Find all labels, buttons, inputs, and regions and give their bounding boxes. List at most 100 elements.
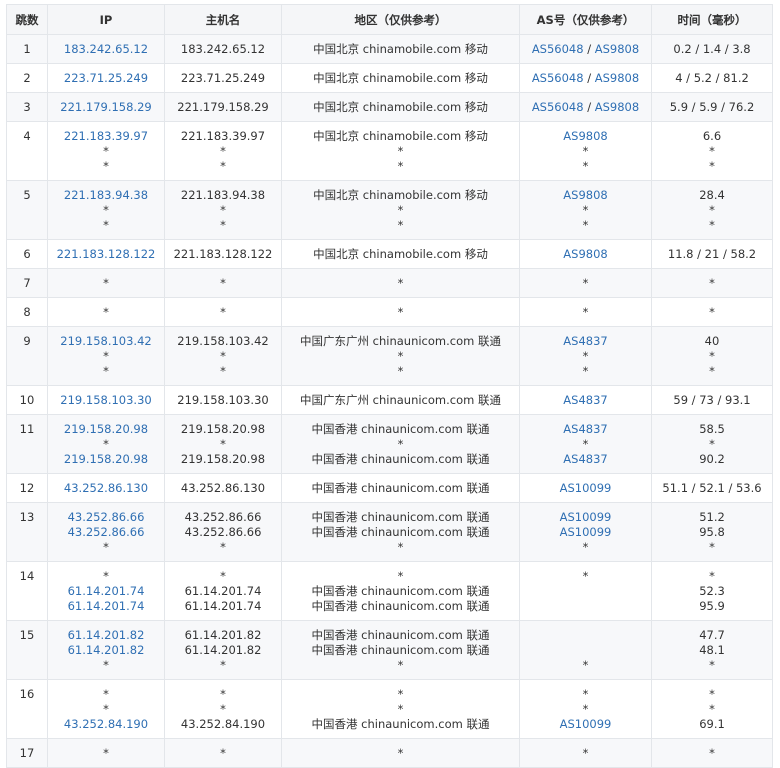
ip-link[interactable]: 221.183.94.38 (64, 188, 148, 202)
as-link[interactable]: AS4837 (563, 334, 607, 348)
as-link[interactable]: AS4837 (563, 393, 607, 407)
time-cell: 4 / 5.2 / 81.2 (651, 63, 773, 93)
hostname-text: * (220, 658, 226, 672)
hop-number: 14 (19, 569, 35, 583)
as-cell: * (519, 561, 652, 621)
ip-placeholder: * (103, 144, 109, 158)
as-link[interactable]: AS9808 (595, 42, 639, 56)
hop-cell: 1 (6, 34, 48, 64)
ip-link[interactable]: 219.158.103.42 (60, 334, 151, 348)
ip-placeholder: * (103, 702, 109, 716)
as-cell: AS56048 / AS9808 (519, 63, 652, 93)
ip-placeholder: * (103, 569, 109, 583)
ip-link[interactable]: 221.183.39.97 (64, 129, 148, 143)
hop-cell: 12 (6, 473, 48, 503)
ip-cell: * (47, 297, 165, 327)
region-cell: 中国香港 chinaunicom.com 联通 * 中国香港 chinaunicom… (281, 414, 520, 474)
as-cell: * (519, 620, 652, 680)
ip-link[interactable]: 43.252.84.190 (64, 717, 148, 731)
time-text: 0.2 / 1.4 / 3.8 (673, 42, 751, 56)
time-cell: * 52.3 95.9 (651, 561, 773, 621)
ip-cell: 43.252.86.66 43.252.86.66 * (47, 502, 165, 562)
ip-link[interactable]: 223.71.25.249 (64, 71, 148, 85)
as-link[interactable]: AS9808 (595, 71, 639, 85)
as-link[interactable]: AS9808 (563, 188, 607, 202)
header-time: 时间（毫秒） (651, 4, 773, 35)
hostname-cell: 221.183.94.38 * * (164, 180, 282, 240)
ip-link[interactable]: 43.252.86.66 (68, 510, 145, 524)
ip-link[interactable]: 183.242.65.12 (64, 42, 148, 56)
region-text: 中国北京 chinamobile.com 移动 (313, 247, 488, 261)
hop-cell: 14 (6, 561, 48, 621)
hop-cell: 4 (6, 121, 48, 181)
ip-cell: 61.14.201.82 61.14.201.82 * (47, 620, 165, 680)
hostname-text: * (220, 540, 226, 554)
as-link[interactable]: AS56048 (532, 100, 584, 114)
as-placeholder: * (582, 540, 589, 554)
region-cell: 中国北京 chinamobile.com 移动 (281, 34, 520, 64)
hostname-text: * (220, 569, 226, 583)
time-cell: 59 / 73 / 93.1 (651, 385, 773, 415)
ip-link[interactable]: 61.14.201.82 (68, 628, 145, 642)
hop-number: 6 (23, 247, 31, 261)
ip-link[interactable]: 219.158.20.98 (64, 422, 148, 436)
ip-link[interactable]: 61.14.201.74 (68, 584, 145, 598)
hop-number: 9 (23, 334, 31, 348)
hop-number: 3 (23, 100, 31, 114)
hostname-text: 221.183.94.38 (180, 188, 266, 202)
region-text: * (397, 349, 404, 363)
hostname-text: * (220, 746, 226, 760)
as-cell: AS4837 (519, 385, 652, 415)
as-link[interactable]: AS9808 (563, 247, 607, 261)
header-hop: 跳数 (6, 4, 48, 35)
time-text: * (709, 276, 715, 290)
hostname-cell: 183.242.65.12 (164, 34, 282, 64)
time-text: 40 (704, 334, 720, 348)
as-link[interactable]: AS9808 (563, 129, 607, 143)
region-cell: * * 中国香港 chinaunicom.com 联通 (281, 679, 520, 739)
as-link[interactable]: AS4837 (563, 452, 607, 466)
as-placeholder: * (582, 218, 589, 232)
hop-cell: 15 (6, 620, 48, 680)
as-cell: * * AS10099 (519, 679, 652, 739)
ip-link[interactable]: 61.14.201.82 (68, 643, 145, 657)
region-text: * (397, 144, 404, 158)
ip-link[interactable]: 61.14.201.74 (68, 599, 145, 613)
as-link[interactable]: AS10099 (560, 717, 612, 731)
time-text: * (709, 540, 715, 554)
ip-placeholder: * (103, 203, 109, 217)
as-link[interactable]: AS4837 (563, 422, 607, 436)
header-as: AS号（仅供参考） (519, 4, 652, 35)
ip-link[interactable]: 219.158.20.98 (64, 452, 148, 466)
as-link[interactable]: AS10099 (560, 525, 612, 539)
region-cell: * 中国香港 chinaunicom.com 联通 中国香港 chinaunicom… (281, 561, 520, 621)
time-text: * (709, 218, 715, 232)
as-link[interactable]: AS56048 (532, 42, 584, 56)
ip-link[interactable]: 43.252.86.130 (64, 481, 148, 495)
as-placeholder: * (582, 702, 589, 716)
hop-cell: 6 (6, 239, 48, 269)
time-cell: 51.2 95.8 * (651, 502, 773, 562)
as-link[interactable]: AS10099 (560, 510, 612, 524)
as-link[interactable]: AS9808 (595, 100, 639, 114)
region-text: 中国香港 chinaunicom.com 联通 (311, 481, 490, 495)
hop-number: 8 (23, 305, 31, 319)
ip-link[interactable]: 219.158.103.30 (60, 393, 151, 407)
time-cell: * (651, 268, 773, 298)
as-link[interactable]: AS10099 (560, 481, 612, 495)
region-cell: 中国香港 chinaunicom.com 联通 中国香港 chinaunicom.… (281, 620, 520, 680)
ip-placeholder: * (103, 658, 109, 672)
ip-link[interactable]: 221.179.158.29 (60, 100, 151, 114)
time-cell: * (651, 738, 773, 768)
as-link[interactable]: AS56048 (532, 71, 584, 85)
ip-link[interactable]: 43.252.86.66 (68, 525, 145, 539)
hop-cell: 10 (6, 385, 48, 415)
hop-cell: 7 (6, 268, 48, 298)
ip-cell: 183.242.65.12 (47, 34, 165, 64)
table-row: 1 183.242.65.12 183.242.65.12 中国北京 chinamob… (6, 34, 773, 64)
ip-link[interactable]: 221.183.128.122 (57, 247, 156, 261)
ip-cell: * * 43.252.84.190 (47, 679, 165, 739)
hostname-text: 219.158.103.42 (177, 334, 269, 348)
hostname-text: 221.179.158.29 (177, 100, 269, 114)
as-cell: AS4837 * AS4837 (519, 414, 652, 474)
